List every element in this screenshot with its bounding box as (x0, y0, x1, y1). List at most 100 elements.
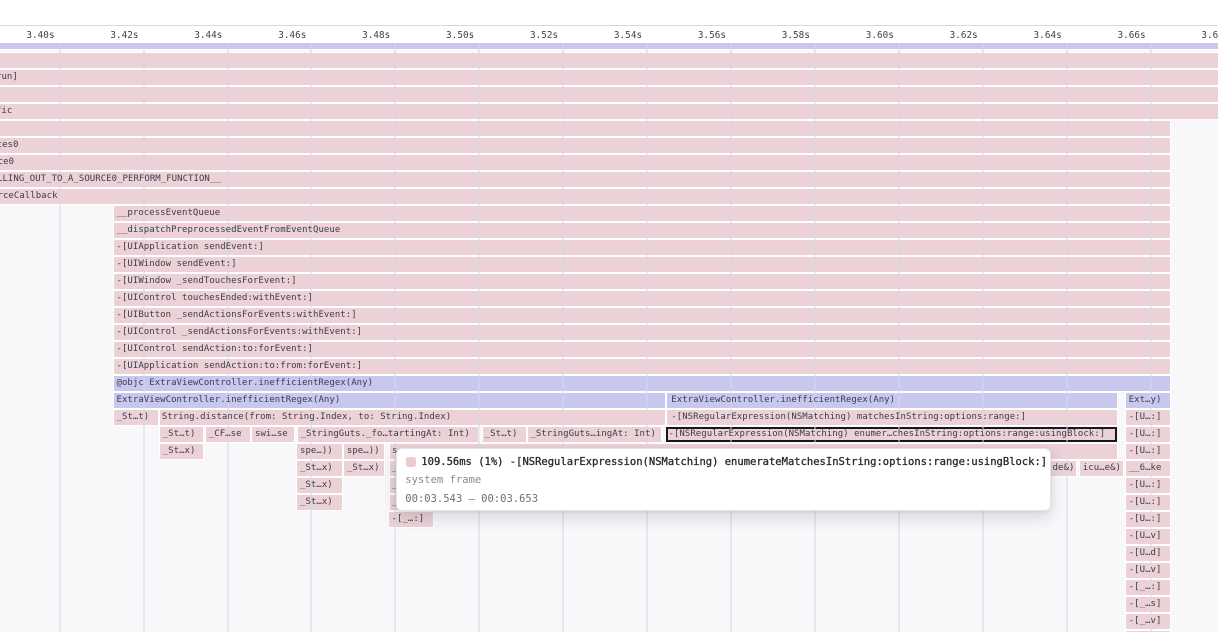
flame-bar-label: -[_…s] (1129, 597, 1162, 612)
flame-bar-label: -[U…:] (1129, 410, 1162, 425)
flame-row: -[UIControl touchesEnded:withEvent:] (0, 291, 1218, 306)
flame-chart-stage: run] fic ces0 ce0 LLING_OUT_TO_A_SOURCE0_PER… (0, 0, 1218, 632)
tooltip-color-swatch (406, 457, 416, 467)
flame-row: -[_…:] (0, 580, 1218, 595)
flame-chart: run] fic ces0 ce0 LLING_OUT_TO_A_SOURCE0_PER… (0, 0, 1218, 632)
time-gridline (478, 43, 480, 632)
flame-bar-label: fic (0, 104, 12, 119)
ruler-tick-label: 3.44s (194, 30, 222, 41)
flame-row (0, 121, 1218, 136)
flame-bar-label: -[U…:] (1129, 478, 1162, 493)
flame-bar-label: _StringGuts._fo…tartingAt: Int) (301, 427, 470, 442)
flame-bar[interactable] (0, 53, 1218, 68)
flame-bar-label: -[UIApplication sendAction:to:from:forEv… (117, 359, 363, 374)
flame-bar-label: _St…t) (117, 410, 150, 425)
time-gridline (1066, 43, 1068, 632)
flame-bar[interactable] (0, 104, 1218, 119)
flame-bar-label: -[U…:] (1129, 444, 1162, 459)
flame-bar-label: -[UIControl touchesEnded:withEvent:] (117, 291, 314, 306)
ruler-tick-label: 3.60s (866, 30, 894, 41)
flame-bar[interactable] (114, 257, 1171, 272)
flame-bar-label: __dispatchPreprocessedEventFromEventQueu… (117, 223, 341, 238)
flame-bar[interactable] (0, 155, 1170, 170)
flame-bar-label: -[UIApplication sendEvent:] (117, 240, 264, 255)
time-gridline (59, 43, 61, 632)
flame-bar-label: Ext…y) (1129, 393, 1162, 408)
flame-bar-label: -[U…:] (1129, 427, 1162, 442)
flame-row: -[_…s] (0, 597, 1218, 612)
flame-row: __processEventQueue (0, 206, 1218, 221)
flame-row: -[UIWindow _sendTouchesForEvent:] (0, 274, 1218, 289)
ruler-tick-label: 3.68s (1201, 30, 1218, 41)
flame-row: rceCallback (0, 189, 1218, 204)
flame-row: _St…t)String.distance(from: String.Index… (0, 410, 1218, 425)
flame-bar-label: -[_…:] (392, 512, 425, 527)
flame-bar[interactable] (0, 121, 1170, 136)
flame-row: -[_…v] (0, 614, 1218, 629)
flame-bar-label: ExtraViewController.inefficientRegex(Any… (117, 393, 341, 408)
flame-row: ExtraViewController.inefficientRegex(Any… (0, 393, 1218, 408)
time-gridline (982, 43, 984, 632)
flame-bar[interactable] (0, 43, 1218, 49)
flame-bar-label: run] (0, 70, 18, 85)
time-gridline (646, 43, 648, 632)
flame-row: LLING_OUT_TO_A_SOURCE0_PERFORM_FUNCTION_… (0, 172, 1218, 187)
ruler-tick-label: 3.52s (530, 30, 558, 41)
ruler-tick-label: 3.40s (26, 30, 54, 41)
flame-bar-label: -[U…v] (1129, 563, 1162, 578)
flame-row: @objc ExtraViewController.inefficientReg… (0, 376, 1218, 391)
flame-bar-label: _St…x) (300, 495, 333, 510)
frame-tooltip: 109.56ms (1%) -[NSRegularExpression(NSMa… (396, 448, 1051, 511)
flame-bar-label: -[_…:] (1129, 580, 1162, 595)
flame-bar-label: icu…e&) (1083, 461, 1121, 476)
time-gridline (730, 43, 732, 632)
flame-bar-label: _St…x) (163, 444, 196, 459)
flame-bar[interactable] (0, 189, 1170, 204)
ruler-tick-label: 3.50s (446, 30, 474, 41)
flame-row: -[UIButton _sendActionsForEvents:withEve… (0, 308, 1218, 323)
flame-bar[interactable] (114, 206, 1171, 221)
flame-row: -[U…d] (0, 546, 1218, 561)
flame-row (0, 43, 1218, 49)
flame-row: -[UIControl sendAction:to:forEvent:] (0, 342, 1218, 357)
flame-bar-label: -[UIControl sendAction:to:forEvent:] (117, 342, 314, 357)
flame-bar-label: _St…x) (347, 461, 380, 476)
flame-bar-label: swi…se (255, 427, 288, 442)
ruler-tick-label: 3.42s (110, 30, 138, 41)
tooltip-frame-kind: system frame (405, 474, 481, 486)
flame-bar[interactable] (0, 87, 1218, 102)
flame-row: -[UIApplication sendAction:to:from:forEv… (0, 359, 1218, 374)
flame-bar-label: rceCallback (0, 189, 58, 204)
flame-bar-label: __processEventQueue (117, 206, 221, 221)
flame-bar-label: -[NSRegularExpression(NSMatching) enumer… (669, 427, 1106, 442)
flame-bar-label: -[UIWindow sendEvent:] (117, 257, 237, 272)
flame-bar-label: _St…t) (485, 427, 518, 442)
flame-bar-label: ExtraViewController.inefficientRegex(Any… (671, 393, 895, 408)
flame-bar-label: -[UIWindow _sendTouchesForEvent:] (117, 274, 297, 289)
flame-bar-label: spe…)) (300, 444, 333, 459)
flame-bar-label: @objc ExtraViewController.inefficientReg… (117, 376, 374, 391)
flame-bar-label: _St…x) (300, 461, 333, 476)
flame-bar-label: _St…t) (163, 427, 196, 442)
flame-bar-label: -[U…d] (1129, 546, 1162, 561)
ruler-tick-label: 3.66s (1117, 30, 1145, 41)
flame-row: ces0 (0, 138, 1218, 153)
flame-bar-label: de&) (1053, 461, 1075, 476)
time-gridline (814, 43, 816, 632)
flame-row: -[UIApplication sendEvent:] (0, 240, 1218, 255)
timeline-ruler[interactable]: 3.40s3.42s3.44s3.46s3.48s3.50s3.52s3.54s… (0, 25, 1218, 43)
flame-bar-label: _StringGuts…ingAt: Int) (530, 427, 656, 442)
flame-row: -[U…v] (0, 529, 1218, 544)
flame-bar-label: _St…x) (300, 478, 333, 493)
flame-bar-label: -[NSRegularExpression(NSMatching) matche… (671, 410, 1026, 425)
flame-row: _St…t)_CF…seswi…se_StringGuts._fo…tartin… (0, 427, 1218, 442)
ruler-tick-label: 3.46s (278, 30, 306, 41)
flame-bar[interactable] (114, 240, 1171, 255)
flame-row (0, 53, 1218, 68)
flame-bar-label: -[UIButton _sendActionsForEvents:withEve… (117, 308, 357, 323)
flame-bar[interactable] (0, 138, 1170, 153)
flame-bar-label: ces0 (0, 138, 18, 153)
flame-row: -[UIControl _sendActionsForEvents:withEv… (0, 325, 1218, 340)
flame-row: ce0 (0, 155, 1218, 170)
flame-bar[interactable] (0, 70, 1218, 85)
